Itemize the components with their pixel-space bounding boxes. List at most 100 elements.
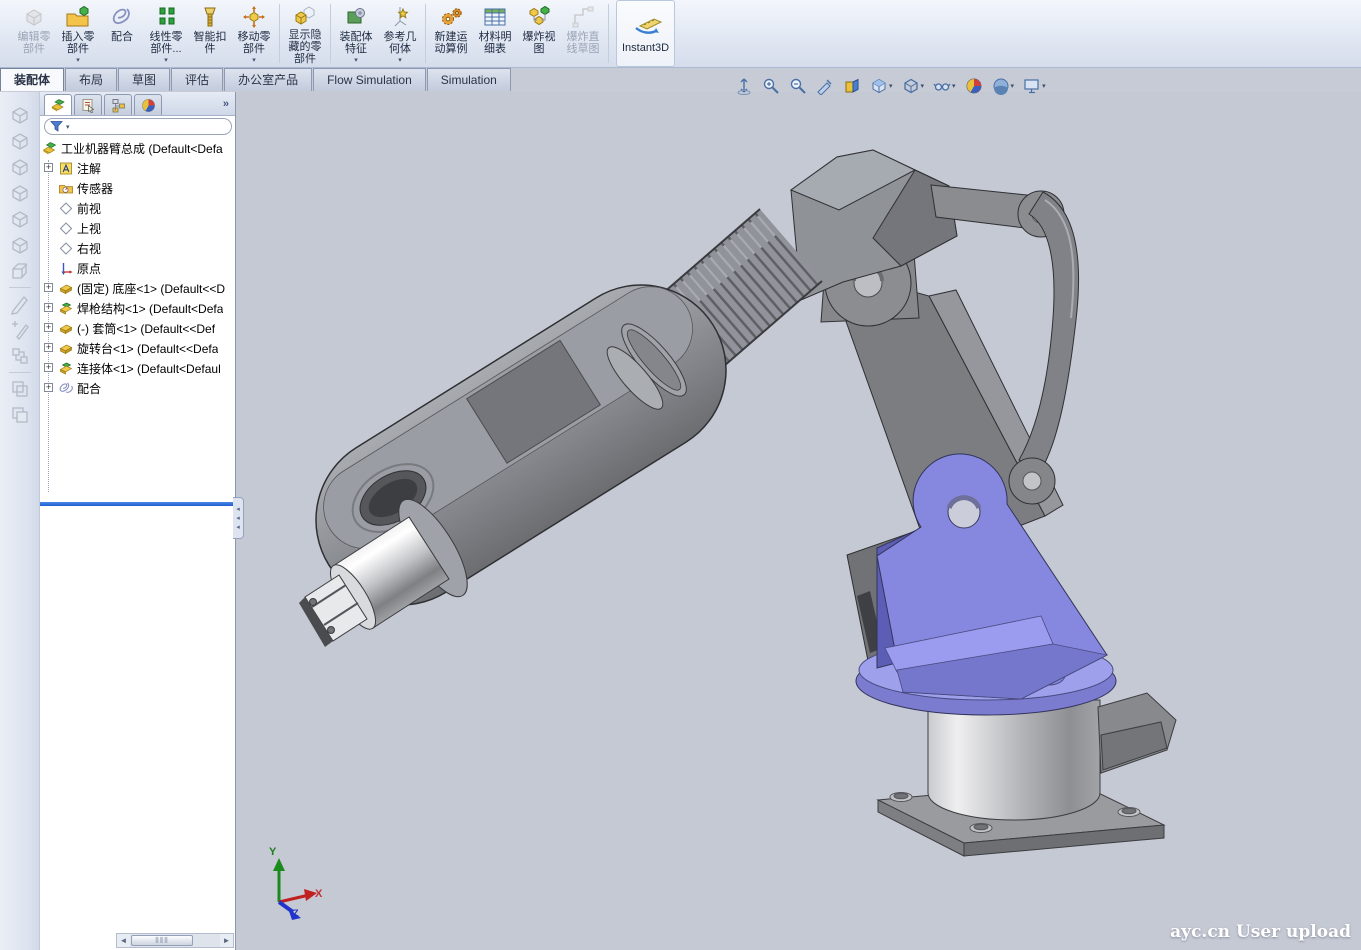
configurationmanager-tab[interactable] bbox=[104, 94, 132, 115]
edit-component-button[interactable]: 编辑零 部件 bbox=[12, 0, 56, 67]
zoom-to-fit-button[interactable] bbox=[735, 77, 753, 95]
tree-item-right-plane[interactable]: 右视 bbox=[40, 238, 235, 258]
view-cube-icon[interactable] bbox=[9, 232, 31, 258]
featuremanager-tree-tab[interactable] bbox=[44, 94, 72, 115]
bill-of-materials-icon bbox=[482, 4, 508, 30]
tree-item-sensors[interactable]: 传感器 bbox=[40, 178, 235, 198]
view-cube-icon[interactable] bbox=[9, 258, 31, 284]
tree-item-origin[interactable]: 原点 bbox=[40, 258, 235, 278]
dropdown-caret-icon[interactable]: ▾ bbox=[1042, 82, 1046, 90]
view-cube-icon[interactable] bbox=[9, 128, 31, 154]
tab-evaluate[interactable]: 评估 bbox=[171, 68, 223, 91]
tree-root-assembly[interactable]: 工业机器臂总成 (Default<Defa bbox=[40, 138, 235, 158]
section-view-button[interactable] bbox=[843, 77, 861, 95]
tree-item-component-sleeve[interactable]: + (-) 套筒<1> (Default<<Def bbox=[40, 318, 235, 338]
zoom-in-out-button[interactable] bbox=[789, 77, 807, 95]
triad-y-label: Y bbox=[269, 846, 276, 858]
tab-assembly[interactable]: 装配体 bbox=[0, 68, 64, 91]
tree-filter-input[interactable]: ▾ bbox=[44, 118, 232, 135]
component-icon bbox=[58, 301, 74, 316]
view-cube-icon[interactable] bbox=[9, 102, 31, 128]
tree-item-component-rotary-table[interactable]: + 旋转台<1> (Default<<Defa bbox=[40, 338, 235, 358]
tree-item-component-welding-gun[interactable]: + 焊枪结构<1> (Default<Defa bbox=[40, 298, 235, 318]
panel-collapse-handle[interactable]: ◂ ◂ ◂ bbox=[233, 497, 244, 539]
expand-toggle[interactable]: + bbox=[44, 323, 53, 332]
plane-icon bbox=[58, 241, 74, 256]
view-cube-icon[interactable] bbox=[9, 206, 31, 232]
dropdown-caret-icon[interactable]: ▾ bbox=[1011, 82, 1015, 90]
dropdown-caret-icon[interactable]: ▾ bbox=[398, 57, 402, 65]
rotate-view-button[interactable] bbox=[816, 77, 834, 95]
update-assembly-icon[interactable] bbox=[9, 343, 31, 369]
zoom-to-area-button[interactable] bbox=[762, 77, 780, 95]
reference-geometry-button[interactable]: 参考几 何体 ▾ bbox=[378, 0, 422, 67]
dropdown-caret-icon[interactable]: ▾ bbox=[164, 57, 168, 65]
new-motion-study-button[interactable]: 新建运 动算例 bbox=[429, 0, 473, 67]
expand-toggle[interactable]: + bbox=[44, 343, 53, 352]
tab-layout[interactable]: 布局 bbox=[65, 68, 117, 91]
motion-study-icon bbox=[438, 4, 464, 30]
show-hidden-components-button[interactable]: 显示隐 藏的零 部件 bbox=[283, 0, 327, 67]
view-cube-icon[interactable] bbox=[9, 180, 31, 206]
tree-item-annotations[interactable]: + 注解 bbox=[40, 158, 235, 178]
dropdown-caret-icon[interactable]: ▾ bbox=[952, 82, 956, 90]
left-view-toolbar bbox=[0, 92, 40, 950]
expand-toggle[interactable]: + bbox=[44, 363, 53, 372]
hide-show-items-button[interactable]: ▾ bbox=[933, 77, 956, 95]
dropdown-caret-icon[interactable]: ▾ bbox=[252, 57, 256, 65]
view-cube-icon[interactable] bbox=[9, 154, 31, 180]
instant3d-button[interactable]: Instant3D bbox=[616, 0, 675, 67]
scrollbar-thumb[interactable]: ⦀⦀⦀ bbox=[131, 935, 193, 946]
expand-toggle[interactable]: + bbox=[44, 163, 53, 172]
tab-office-products[interactable]: 办公室产品 bbox=[224, 68, 312, 91]
scroll-right-arrow[interactable]: ► bbox=[220, 934, 233, 947]
filter-caret-icon[interactable]: ▾ bbox=[66, 123, 70, 131]
dropdown-caret-icon[interactable]: ▾ bbox=[921, 82, 925, 90]
dropdown-caret-icon[interactable]: ▾ bbox=[76, 57, 80, 65]
linear-component-pattern-button[interactable]: 线性零 部件... ▾ bbox=[144, 0, 188, 67]
rollback-bar[interactable] bbox=[40, 502, 235, 506]
graphics-viewport[interactable]: Y X Z ayc.cn User upload bbox=[237, 92, 1361, 950]
exploded-view-button[interactable]: 爆炸视 图 bbox=[517, 0, 561, 67]
scroll-left-arrow[interactable]: ◄ bbox=[117, 934, 130, 947]
tree-item-front-plane[interactable]: 前视 bbox=[40, 198, 235, 218]
mate-button[interactable]: 配合 bbox=[100, 0, 144, 67]
display-style-button[interactable]: ▾ bbox=[902, 77, 925, 95]
panel-horizontal-scrollbar[interactable]: ◄ ⦀⦀⦀ ► bbox=[116, 933, 234, 948]
expand-toggle[interactable]: + bbox=[44, 303, 53, 312]
smart-fasteners-button[interactable]: 智能扣 件 bbox=[188, 0, 232, 67]
tree-item-mates[interactable]: + 配合 bbox=[40, 378, 235, 398]
layers-icon[interactable] bbox=[9, 376, 31, 402]
component-icon bbox=[58, 341, 74, 356]
bill-of-materials-button[interactable]: 材料明 细表 bbox=[473, 0, 517, 67]
tree-item-component-link-body[interactable]: + 连接体<1> (Default<Defaul bbox=[40, 358, 235, 378]
tab-sketch[interactable]: 草图 bbox=[118, 68, 170, 91]
insert-component-button[interactable]: 插入零 部件 ▾ bbox=[56, 0, 100, 67]
layers-copy-icon[interactable] bbox=[9, 402, 31, 428]
explode-line-sketch-button[interactable]: 爆炸直 线草图 bbox=[561, 0, 605, 67]
view-settings-button[interactable]: ▾ bbox=[1023, 77, 1046, 95]
edit-appearance-button[interactable] bbox=[965, 77, 983, 95]
panel-expand-button[interactable]: » bbox=[223, 98, 229, 110]
expand-toggle[interactable]: + bbox=[44, 383, 53, 392]
3d-sketch-icon[interactable] bbox=[9, 317, 31, 343]
plane-icon bbox=[58, 201, 74, 216]
expand-toggle[interactable]: + bbox=[44, 283, 53, 292]
assembly-features-button[interactable]: 装配体 特征 ▾ bbox=[334, 0, 378, 67]
filter-row: ▾ bbox=[40, 116, 235, 138]
propertymanager-tab[interactable] bbox=[74, 94, 102, 115]
displaymanager-tab[interactable] bbox=[134, 94, 162, 115]
tree-item-component-base[interactable]: + (固定) 底座<1> (Default<<D bbox=[40, 278, 235, 298]
tree-item-top-plane[interactable]: 上视 bbox=[40, 218, 235, 238]
tab-simulation[interactable]: Simulation bbox=[427, 68, 511, 91]
tree-item-label: 工业机器臂总成 (Default<Defa bbox=[61, 140, 223, 157]
dropdown-caret-icon[interactable]: ▾ bbox=[889, 82, 893, 90]
tab-flow-simulation[interactable]: Flow Simulation bbox=[313, 68, 426, 91]
explode-line-sketch-icon bbox=[570, 4, 596, 30]
instant3d-icon bbox=[626, 15, 666, 41]
sketch-icon[interactable] bbox=[9, 291, 31, 317]
view-orientation-button[interactable]: ▾ bbox=[870, 77, 893, 95]
dropdown-caret-icon[interactable]: ▾ bbox=[354, 57, 358, 65]
apply-scene-button[interactable]: ▾ bbox=[992, 77, 1015, 95]
move-component-button[interactable]: 移动零 部件 ▾ bbox=[232, 0, 276, 67]
